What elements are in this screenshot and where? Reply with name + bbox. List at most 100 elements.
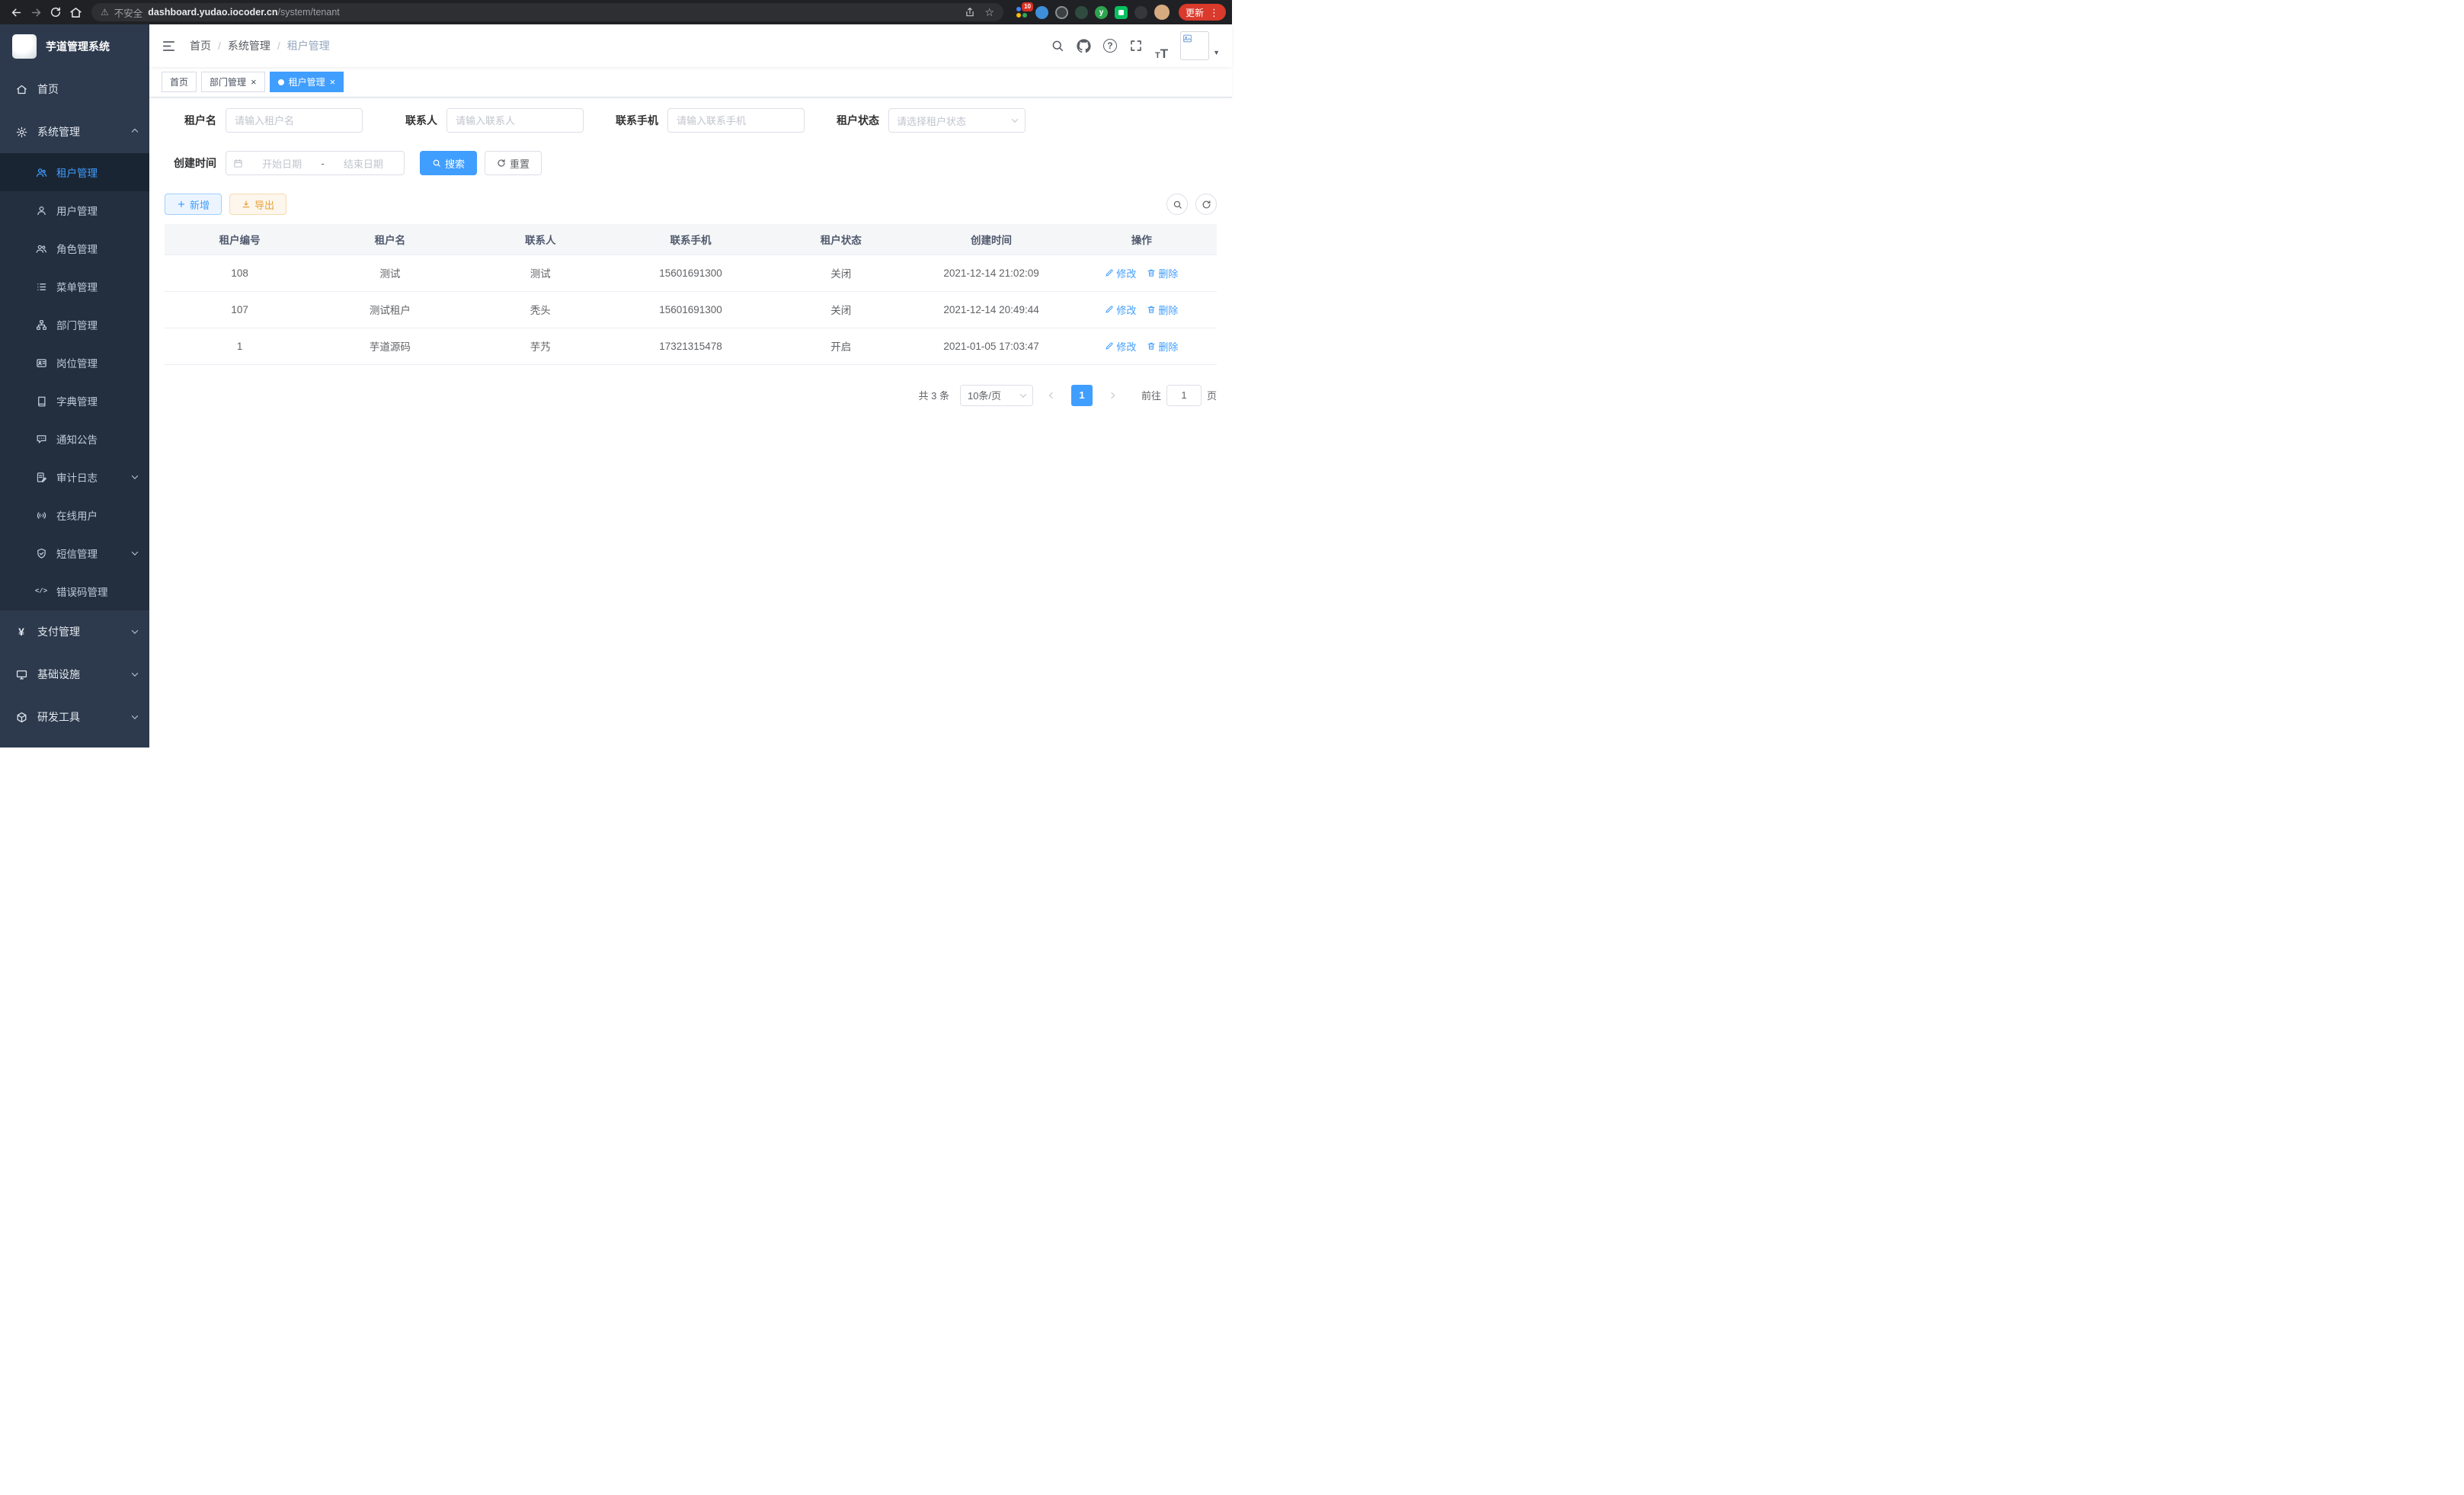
phone-label: 联系手机 <box>606 113 658 128</box>
chevron-down-icon <box>132 472 138 479</box>
help-icon[interactable]: ? <box>1103 31 1117 60</box>
sidebar-item-dev-tools[interactable]: 研发工具 <box>0 696 149 738</box>
show-search-button[interactable] <box>1166 194 1188 215</box>
tags-view-bar: 首页 部门管理 × 租户管理 × <box>149 67 1232 98</box>
share-icon[interactable] <box>965 7 975 18</box>
date-range-picker[interactable]: 开始日期 - 结束日期 <box>226 151 405 175</box>
breadcrumb-system[interactable]: 系统管理 <box>228 38 270 53</box>
message-bubble-icon <box>35 433 47 445</box>
next-page-button[interactable] <box>1100 385 1123 406</box>
pagination: 共 3 条 10条/页 1 前往 页 <box>165 385 1217 406</box>
address-bar[interactable]: ⚠ 不安全 dashboard.yudao.iocoder.cn/system/… <box>91 3 1003 21</box>
cell-contact: 芋艿 <box>466 328 616 364</box>
sidebar-item-notice[interactable]: 通知公告 <box>0 420 149 458</box>
sidebar-item-menu-management[interactable]: 菜单管理 <box>0 267 149 306</box>
sidebar-item-department-management[interactable]: 部门管理 <box>0 306 149 344</box>
app-logo[interactable]: 芋道管理系统 <box>0 24 149 68</box>
table-row: 108 测试 测试 15601691300 关闭 2021-12-14 21:0… <box>165 255 1217 291</box>
tab-department-management[interactable]: 部门管理 × <box>201 72 265 92</box>
delete-link[interactable]: 删除 <box>1147 266 1178 280</box>
tenants-icon <box>35 166 47 178</box>
sidebar-item-post-management[interactable]: 岗位管理 <box>0 344 149 382</box>
refresh-page-button[interactable] <box>46 2 66 22</box>
browser-profile-avatar[interactable] <box>1154 5 1170 20</box>
status-select[interactable]: 请选择租户状态 <box>888 108 1026 133</box>
edit-link[interactable]: 修改 <box>1105 266 1136 280</box>
search-button[interactable]: 搜索 <box>420 151 477 175</box>
edit-link[interactable]: 修改 <box>1105 339 1136 354</box>
sidebar-item-label: 字典管理 <box>56 393 98 408</box>
prev-page-button[interactable] <box>1041 385 1064 406</box>
extension-icon-5[interactable]: y <box>1095 6 1108 19</box>
reset-button[interactable]: 重置 <box>485 151 542 175</box>
edit-link[interactable]: 修改 <box>1105 303 1136 317</box>
sidebar-item-tenant-management[interactable]: 租户管理 <box>0 153 149 191</box>
sidebar-item-role-management[interactable]: 角色管理 <box>0 229 149 267</box>
sidebar-item-system-management[interactable]: 系统管理 <box>0 110 149 153</box>
delete-link[interactable]: 删除 <box>1147 339 1178 354</box>
breadcrumb-home[interactable]: 首页 <box>190 38 211 53</box>
sidebar-item-label: 角色管理 <box>56 241 98 256</box>
close-icon[interactable]: × <box>330 77 336 87</box>
tenant-name-input[interactable] <box>226 108 363 133</box>
sidebar-item-payment-management[interactable]: ¥ 支付管理 <box>0 610 149 653</box>
extension-icon-4[interactable] <box>1075 6 1088 19</box>
sidebar-item-error-code-management[interactable]: </> 错误码管理 <box>0 572 149 610</box>
extension-icon-3[interactable] <box>1055 6 1068 19</box>
table-row: 1 芋道源码 芋艿 17321315478 开启 2021-01-05 17:0… <box>165 328 1217 364</box>
filter-row-2: 创建时间 开始日期 - 结束日期 搜索 重置 <box>165 151 1217 175</box>
date-end-placeholder: 结束日期 <box>330 156 397 171</box>
sidebar-item-user-management[interactable]: 用户管理 <box>0 191 149 229</box>
sidebar-item-online-users[interactable]: 在线用户 <box>0 496 149 534</box>
sidebar-item-infrastructure[interactable]: 基础设施 <box>0 653 149 696</box>
contact-input[interactable] <box>446 108 584 133</box>
header-search-icon[interactable] <box>1051 31 1064 60</box>
top-header: 首页 / 系统管理 / 租户管理 ? TT <box>149 24 1232 67</box>
page-size-select[interactable]: 10条/页 <box>960 385 1033 406</box>
fullscreen-icon[interactable] <box>1129 31 1143 60</box>
back-button[interactable] <box>6 2 26 22</box>
sidebar-item-label: 菜单管理 <box>56 279 98 294</box>
date-separator: - <box>321 158 324 169</box>
user-avatar-menu[interactable]: ▼ <box>1180 31 1220 60</box>
sidebar-item-label: 通知公告 <box>56 431 98 447</box>
extension-icon-7[interactable] <box>1134 6 1147 19</box>
create-time-label: 创建时间 <box>165 155 216 171</box>
code-icon: </> <box>35 585 47 597</box>
bookmark-star-icon[interactable]: ☆ <box>984 6 994 19</box>
add-button[interactable]: 新增 <box>165 194 222 215</box>
tab-tenant-management[interactable]: 租户管理 × <box>270 72 344 92</box>
browser-update-button[interactable]: 更新 ⋮ <box>1179 4 1226 21</box>
delete-link[interactable]: 删除 <box>1147 303 1178 317</box>
chevron-down-icon <box>132 549 138 555</box>
sidebar-item-dict-management[interactable]: 字典管理 <box>0 382 149 420</box>
goto-page-input[interactable] <box>1166 385 1202 406</box>
tab-home[interactable]: 首页 <box>162 72 197 92</box>
forward-button[interactable] <box>26 2 46 22</box>
current-page-button[interactable]: 1 <box>1071 385 1093 406</box>
close-icon[interactable]: × <box>251 77 257 87</box>
extension-icon-2[interactable] <box>1035 6 1048 19</box>
home-button[interactable] <box>66 2 85 22</box>
sidebar-collapse-icon[interactable] <box>162 39 176 53</box>
sidebar-item-home[interactable]: 首页 <box>0 68 149 110</box>
cell-tenant-id: 1 <box>165 328 315 364</box>
cell-tenant-name: 测试 <box>315 255 465 291</box>
sidebar-item-label: 错误码管理 <box>56 584 108 599</box>
font-size-icon[interactable]: TT <box>1155 31 1168 60</box>
browser-menu-icon[interactable]: ⋮ <box>1209 8 1219 18</box>
github-icon[interactable] <box>1077 31 1091 60</box>
cell-created: 2021-01-05 17:03:47 <box>916 328 1066 364</box>
export-button[interactable]: 导出 <box>229 194 286 215</box>
sidebar-item-label: 首页 <box>37 82 59 97</box>
breadcrumb-separator: / <box>270 40 287 52</box>
extension-icon-6[interactable] <box>1115 6 1128 19</box>
refresh-table-button[interactable] <box>1195 194 1217 215</box>
extension-icon-1[interactable]: 10 <box>1016 6 1029 19</box>
yen-icon: ¥ <box>15 626 27 638</box>
phone-input[interactable] <box>667 108 805 133</box>
sidebar-item-sms-management[interactable]: 短信管理 <box>0 534 149 572</box>
total-count: 共 3 条 <box>919 388 949 402</box>
cell-tenant-id: 108 <box>165 255 315 291</box>
sidebar-item-audit-log[interactable]: 审计日志 <box>0 458 149 496</box>
